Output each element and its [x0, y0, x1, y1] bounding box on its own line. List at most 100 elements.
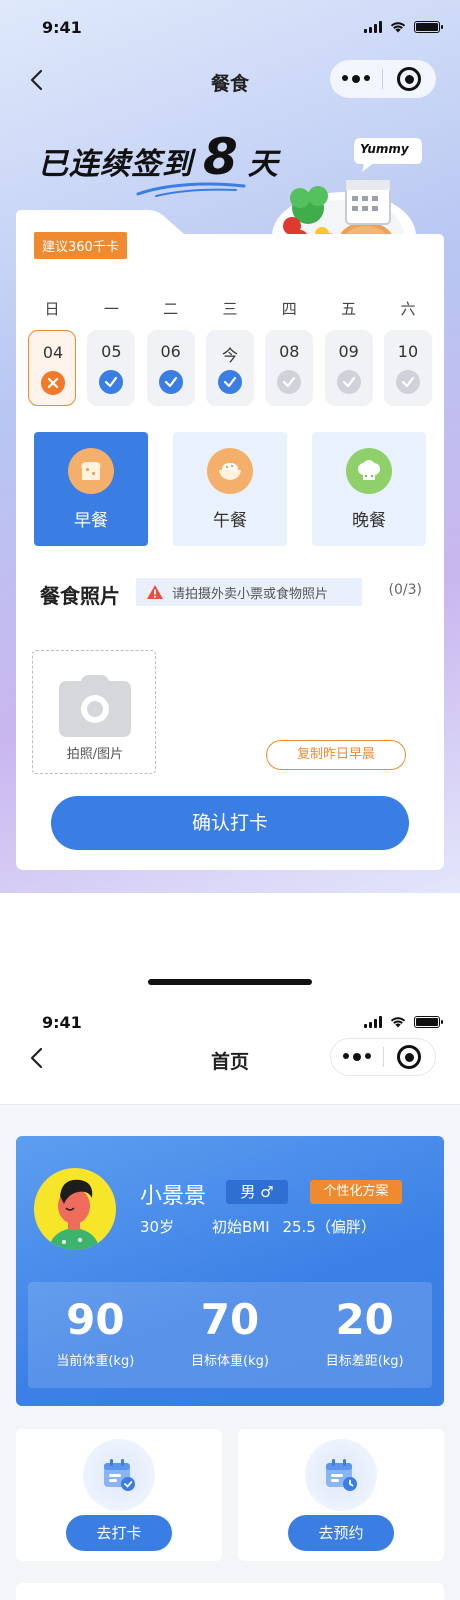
day-cell[interactable]: 04: [28, 330, 76, 406]
day-cell[interactable]: 10: [383, 330, 432, 406]
day-label: 06: [160, 342, 181, 361]
photo-upload-button[interactable]: 拍照/图片: [32, 650, 156, 774]
go-checkin-button[interactable]: 去打卡: [66, 1515, 172, 1551]
wifi-icon: [390, 22, 406, 33]
camera-icon: [59, 675, 131, 737]
meal-checkin-screen: 9:41 餐食 已连续签到 8 天 Yummy 建议360千卡 日 一 二 三 …: [0, 0, 460, 893]
profile-card: 小景景 男 ♂ 个性化方案 30岁 初始BMI 25.5（偏胖） 90 当前体重…: [16, 1136, 444, 1406]
check-icon: [158, 370, 183, 394]
day-label: 今: [221, 346, 238, 365]
day-label: 05: [101, 342, 122, 361]
close-target-icon[interactable]: [383, 67, 435, 91]
streak-banner: 已连续签到 8 天: [38, 132, 278, 183]
stat-label: 当前体重(kg): [56, 1354, 135, 1369]
checkin-card: 建议360千卡 日 一 二 三 四 五 六 04 05 06 今 08 09 1…: [16, 210, 444, 870]
day-cell[interactable]: 09: [324, 330, 373, 406]
go-booking-button[interactable]: 去预约: [288, 1515, 394, 1551]
meal-breakfast-button[interactable]: 早餐: [34, 432, 148, 546]
day-cell[interactable]: 05: [87, 330, 136, 406]
stat-label: 目标体重(kg): [191, 1354, 269, 1369]
bmi-value: 25.5（偏胖）: [282, 1218, 376, 1236]
day-cell-today[interactable]: 今: [205, 330, 254, 406]
missed-x-icon: [41, 371, 65, 395]
stat-target-weight: 70 目标体重(kg): [163, 1282, 298, 1388]
day-label: 04: [42, 343, 64, 362]
battery-icon: [414, 1015, 443, 1028]
nav-bar: 首页: [0, 1036, 460, 1080]
meal-label: 午餐: [213, 511, 247, 531]
photo-hint-text: 请拍摄外卖小票或食物照片: [172, 586, 329, 602]
confirm-checkin-button[interactable]: 确认打卡: [51, 796, 409, 850]
plan-tag[interactable]: 个性化方案: [310, 1180, 402, 1204]
weight-stats: 90 当前体重(kg) 70 目标体重(kg) 20 目标差距(kg): [28, 1282, 432, 1388]
gender-badge: 男 ♂: [226, 1180, 288, 1204]
more-icon[interactable]: [331, 1053, 383, 1061]
stat-label: 目标差距(kg): [325, 1354, 404, 1369]
more-icon[interactable]: [330, 75, 382, 83]
stat-value: 20: [335, 1295, 394, 1344]
user-name: 小景景: [140, 1184, 207, 1209]
day-label: 08: [279, 342, 300, 361]
mini-program-capsule: [330, 60, 436, 98]
stat-value: 70: [200, 1295, 260, 1344]
warning-icon: [147, 585, 163, 599]
signal-icon: [364, 1015, 382, 1028]
check-icon: [277, 370, 302, 394]
close-target-icon[interactable]: [383, 1045, 435, 1069]
bmi-label: 初始BMI: [212, 1218, 270, 1236]
status-time: 9:41: [42, 18, 82, 37]
stat-current-weight: 90 当前体重(kg): [28, 1282, 163, 1388]
status-bar: 9:41: [0, 0, 460, 40]
chef-hat-icon: [346, 448, 392, 494]
day-cell[interactable]: 06: [146, 330, 195, 406]
rice-bowl-icon: [207, 448, 253, 494]
booking-action-card: 去预约: [238, 1429, 444, 1561]
avatar: [34, 1168, 116, 1250]
weekday-label: 三: [222, 300, 238, 318]
day-cell[interactable]: 08: [265, 330, 314, 406]
next-card-partial: [16, 1583, 444, 1600]
photo-count: (0/3): [388, 582, 422, 598]
check-icon: [395, 370, 420, 394]
weekday-header: 日 一 二 三 四 五 六: [28, 298, 432, 319]
streak-label: 已连续签到: [38, 147, 193, 182]
weekday-label: 二: [163, 300, 179, 318]
user-age: 30岁: [140, 1218, 175, 1236]
weekday-label: 四: [281, 300, 297, 318]
bread-icon: [68, 448, 114, 494]
signal-icon: [364, 20, 382, 33]
copy-yesterday-button[interactable]: 复制昨日早晨: [266, 740, 406, 770]
weekday-label: 一: [103, 300, 119, 318]
home-indicator: [148, 979, 312, 985]
check-icon: [336, 370, 361, 394]
calorie-tag: 建议360千卡: [34, 232, 127, 259]
calendar-clock-icon: [305, 1439, 377, 1511]
mini-program-capsule: [330, 1038, 436, 1076]
quick-actions: 去打卡 去预约: [16, 1429, 444, 1561]
status-bar: 9:41: [0, 995, 460, 1035]
upload-label: 拍照/图片: [66, 747, 124, 762]
battery-icon: [414, 20, 443, 33]
stat-weight-gap: 20 目标差距(kg): [297, 1282, 432, 1388]
yummy-text: Yummy: [360, 142, 409, 156]
meal-dinner-button[interactable]: 晚餐: [312, 432, 426, 546]
status-time: 9:41: [42, 1013, 82, 1032]
check-icon: [99, 370, 124, 394]
day-picker: 04 05 06 今 08 09 10: [28, 330, 432, 406]
home-screen: 9:41 首页 小景景 男 ♂ 个性化方案 30岁 初始BMI 25.5（偏胖）…: [0, 995, 460, 1600]
weekday-label: 日: [44, 300, 60, 318]
stat-value: 90: [66, 1295, 125, 1344]
section-title: 餐食照片: [40, 584, 120, 608]
photo-hint: 请拍摄外卖小票或食物照片: [136, 578, 362, 606]
calendar-check-icon: [83, 1439, 155, 1511]
checkin-action-card: 去打卡: [16, 1429, 222, 1561]
swoosh-decoration: [136, 182, 246, 197]
meal-selector: 早餐 午餐 晚餐: [34, 432, 426, 546]
meal-label: 晚餐: [352, 511, 386, 531]
day-label: 10: [397, 342, 419, 361]
weekday-label: 五: [341, 300, 357, 318]
nav-bar: 餐食: [0, 58, 460, 102]
wifi-icon: [390, 1017, 406, 1028]
meal-lunch-button[interactable]: 午餐: [173, 432, 287, 546]
check-icon: [217, 370, 242, 394]
